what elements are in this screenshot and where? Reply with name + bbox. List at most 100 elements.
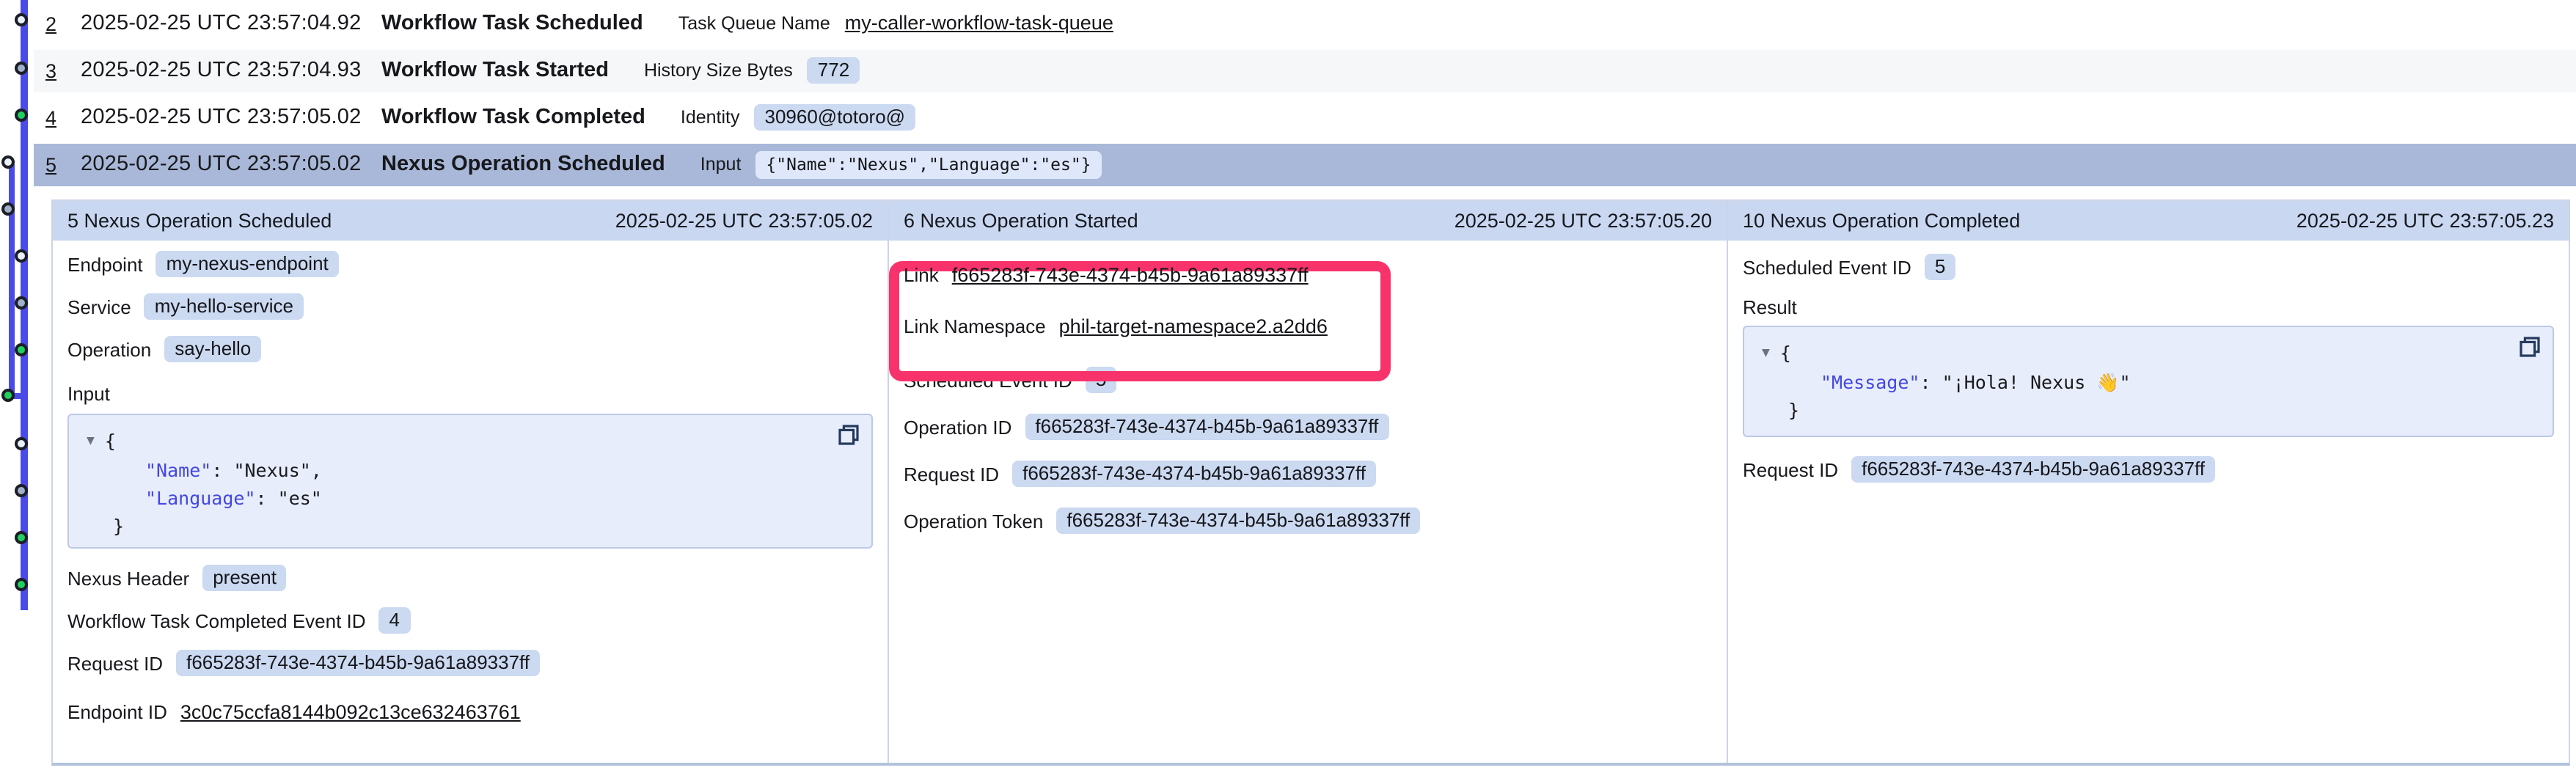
- field-label: Request ID: [1743, 458, 1838, 480]
- timeline-dot: [1, 155, 15, 168]
- panel-title: 10 Nexus Operation Completed: [1743, 210, 2020, 232]
- request-id-badge: f665283f-743e-4374-b45b-9a61a89337ff: [1851, 456, 2215, 483]
- input-code-viewer: ▼{ "Name": "Nexus", "Language": "es" }: [67, 414, 873, 549]
- field-label: Scheduled Event ID: [1743, 256, 1911, 278]
- link-value-link[interactable]: f665283f-743e-4374-b45b-9a61a89337ff: [952, 263, 1309, 285]
- panel-header: 6 Nexus Operation Started 2025-02-25 UTC…: [889, 201, 1727, 241]
- endpoint-id-link[interactable]: 3c0c75ccfa8144b092c13ce632463761: [180, 700, 521, 722]
- field-label: Nexus Header: [67, 567, 189, 589]
- event-detail-group: 5 Nexus Operation Scheduled 2025-02-25 U…: [51, 199, 2570, 766]
- timeline-dot: [15, 578, 28, 591]
- field-label: Request ID: [904, 463, 999, 485]
- panel-body: Endpoint my-nexus-endpoint Service my-he…: [53, 249, 888, 726]
- timeline-dot: [1, 389, 15, 402]
- field-label: Endpoint: [67, 253, 143, 275]
- event-name: Nexus Operation Scheduled: [381, 153, 665, 176]
- chevron-down-icon[interactable]: ▼: [87, 428, 95, 456]
- panel-title: 5 Nexus Operation Scheduled: [67, 210, 332, 232]
- field-label: Service: [67, 296, 131, 318]
- scheduled-event-id-badge: 5: [1086, 367, 1116, 393]
- timeline-dot: [15, 13, 28, 26]
- field-label: Link: [904, 263, 939, 285]
- attr-value-badge: 30960@totoro@: [755, 104, 916, 131]
- event-row-5-selected[interactable]: 5 2025-02-25 UTC 23:57:05.02 Nexus Opera…: [34, 143, 2576, 186]
- panel-body: Scheduled Event ID 5 Result ▼{ "Message"…: [1728, 252, 2569, 484]
- event-row-4[interactable]: 4 2025-02-25 UTC 23:57:05.02 Workflow Ta…: [34, 96, 2576, 139]
- timeline-dot: [15, 342, 28, 356]
- event-time: 2025-02-25 UTC 23:57:05.02: [81, 153, 381, 176]
- timeline-dot: [15, 531, 28, 544]
- event-attr-label: Identity: [681, 107, 740, 128]
- event-id-link[interactable]: 5: [45, 153, 69, 175]
- json-value: "es": [278, 487, 322, 509]
- event-row-3[interactable]: 3 2025-02-25 UTC 23:57:04.93 Workflow Ta…: [34, 49, 2576, 92]
- event-history-rows: 2 2025-02-25 UTC 23:57:04.92 Workflow Ta…: [34, 0, 2576, 186]
- scheduled-event-id-badge: 5: [1925, 254, 1955, 280]
- event-id-link[interactable]: 2: [45, 12, 69, 34]
- panel-header: 10 Nexus Operation Completed 2025-02-25 …: [1728, 201, 2569, 241]
- task-queue-link[interactable]: my-caller-workflow-task-queue: [845, 12, 1113, 34]
- event-history-view: 2 2025-02-25 UTC 23:57:04.92 Workflow Ta…: [0, 0, 2576, 773]
- result-code-viewer: ▼{ "Message": "¡Hola! Nexus 👋" }: [1743, 326, 2554, 437]
- event-attr-label: History Size Bytes: [644, 60, 793, 81]
- wft-completed-event-id-badge: 4: [379, 607, 410, 634]
- timeline-branch-line: [9, 164, 15, 399]
- request-id-badge: f665283f-743e-4374-b45b-9a61a89337ff: [1012, 461, 1376, 487]
- request-id-badge: f665283f-743e-4374-b45b-9a61a89337ff: [176, 650, 540, 676]
- event-name: Workflow Task Completed: [381, 106, 645, 129]
- event-name: Workflow Task Started: [381, 59, 609, 82]
- timeline-dot: [15, 249, 28, 262]
- panel-title: 6 Nexus Operation Started: [904, 210, 1138, 232]
- field-label: Operation Token: [904, 510, 1043, 532]
- json-value: "Nexus",: [233, 459, 321, 481]
- event-name: Workflow Task Scheduled: [381, 12, 643, 35]
- operation-badge: say-hello: [164, 336, 261, 362]
- json-key: "Message": [1821, 371, 1920, 393]
- link-namespace-link[interactable]: phil-target-namespace2.a2dd6: [1059, 315, 1328, 337]
- copy-icon[interactable]: [836, 424, 860, 447]
- timeline-dot: [15, 108, 28, 121]
- attr-value-badge: 772: [808, 57, 860, 84]
- event-time: 2025-02-25 UTC 23:57:05.02: [81, 106, 381, 129]
- event-row-2[interactable]: 2 2025-02-25 UTC 23:57:04.92 Workflow Ta…: [34, 2, 2576, 45]
- panel-timestamp: 2025-02-25 UTC 23:57:05.23: [2297, 210, 2554, 232]
- event-id-link[interactable]: 3: [45, 59, 69, 81]
- event-attr-label: Input: [700, 154, 742, 175]
- field-label: Scheduled Event ID: [904, 369, 1072, 391]
- timeline-dot: [15, 61, 28, 74]
- json-value: "¡Hola! Nexus 👋": [1942, 371, 2131, 393]
- service-badge: my-hello-service: [144, 293, 304, 320]
- panel-timestamp: 2025-02-25 UTC 23:57:05.20: [1455, 210, 1712, 232]
- timeline-dot: [15, 436, 28, 450]
- timeline-dot: [15, 484, 28, 497]
- panel-timestamp: 2025-02-25 UTC 23:57:05.02: [615, 210, 873, 232]
- event-attr-label: Task Queue Name: [678, 13, 830, 34]
- field-label: Endpoint ID: [67, 700, 167, 722]
- event-time: 2025-02-25 UTC 23:57:04.93: [81, 59, 381, 82]
- timeline-dot: [1, 202, 15, 216]
- panel-nexus-operation-scheduled: 5 Nexus Operation Scheduled 2025-02-25 U…: [53, 201, 889, 763]
- attr-value-badge: {"Name":"Nexus","Language":"es"}: [755, 150, 1101, 178]
- panel-body: Link f665283f-743e-4374-b45b-9a61a89337f…: [889, 260, 1727, 535]
- field-label: Workflow Task Completed Event ID: [67, 609, 366, 631]
- copy-icon[interactable]: [2517, 336, 2541, 359]
- panel-nexus-operation-completed: 10 Nexus Operation Completed 2025-02-25 …: [1728, 201, 2569, 763]
- event-id-link[interactable]: 4: [45, 106, 69, 128]
- field-label: Operation: [67, 338, 151, 360]
- panel-header: 5 Nexus Operation Scheduled 2025-02-25 U…: [53, 201, 888, 241]
- operation-token-badge: f665283f-743e-4374-b45b-9a61a89337ff: [1056, 508, 1420, 534]
- timeline-dot: [15, 296, 28, 309]
- field-label: Request ID: [67, 652, 163, 674]
- panel-nexus-operation-started: 6 Nexus Operation Started 2025-02-25 UTC…: [889, 201, 1728, 763]
- field-label: Operation ID: [904, 416, 1011, 438]
- result-label: Result: [1743, 295, 2554, 318]
- chevron-down-icon[interactable]: ▼: [1762, 340, 1770, 368]
- endpoint-badge: my-nexus-endpoint: [156, 251, 339, 277]
- event-time: 2025-02-25 UTC 23:57:04.92: [81, 12, 381, 35]
- field-label: Link Namespace: [904, 315, 1046, 337]
- json-key: "Name": [145, 459, 211, 481]
- json-key: "Language": [145, 487, 256, 509]
- input-label: Input: [67, 381, 873, 405]
- nexus-header-badge: present: [202, 565, 287, 591]
- operation-id-badge: f665283f-743e-4374-b45b-9a61a89337ff: [1025, 414, 1388, 440]
